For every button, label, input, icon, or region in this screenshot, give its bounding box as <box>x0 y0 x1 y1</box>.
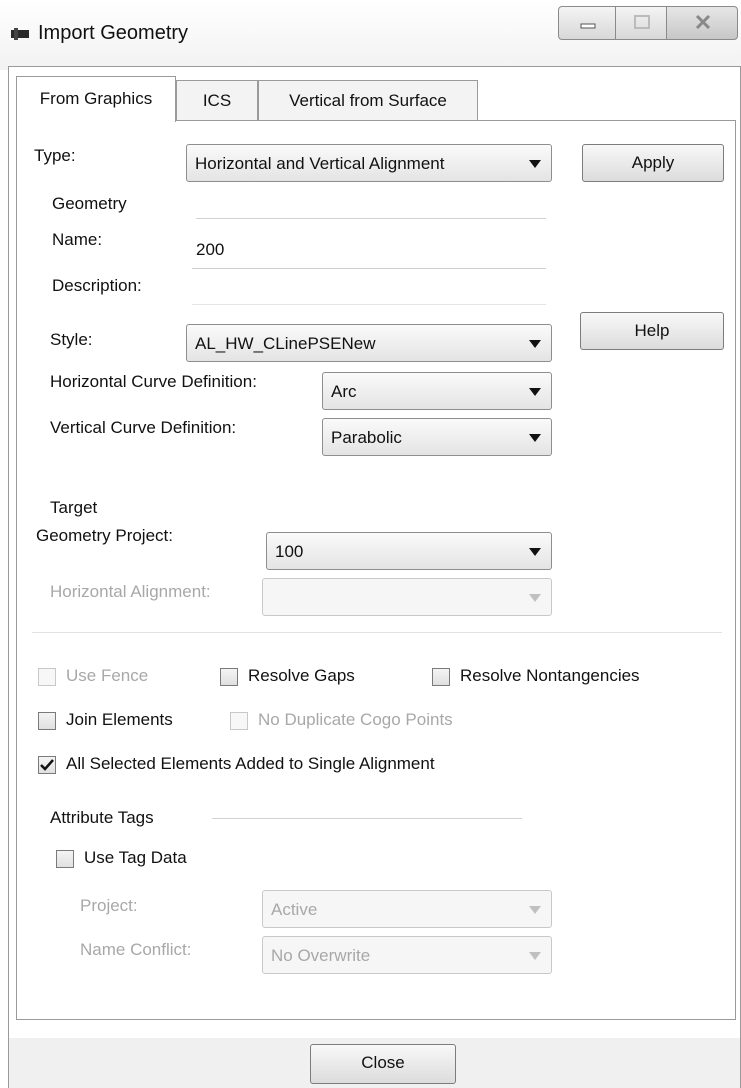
type-label: Type: <box>34 146 76 165</box>
attribute-tags-group-label: Attribute Tags <box>50 808 154 827</box>
hcurve-dropdown[interactable]: Arc <box>322 372 552 410</box>
style-value: AL_HW_CLinePSENew <box>195 334 376 353</box>
chevron-down-icon <box>529 160 541 168</box>
geometry-project-label: Geometry Project: <box>36 526 173 545</box>
options-separator <box>32 632 722 633</box>
use-fence-label: Use Fence <box>66 666 149 685</box>
type-value: Horizontal and Vertical Alignment <box>195 154 445 173</box>
maximize-button[interactable] <box>615 6 667 40</box>
chevron-down-icon <box>529 340 541 348</box>
window-title: Import Geometry <box>38 22 189 44</box>
maximize-icon <box>634 15 650 29</box>
description-label: Description: <box>52 276 142 295</box>
minimize-icon <box>580 23 596 29</box>
horizontal-alignment-dropdown[interactable] <box>262 578 552 616</box>
vcurve-label: Vertical Curve Definition: <box>50 418 237 437</box>
chevron-down-icon <box>529 434 541 442</box>
geometry-project-dropdown[interactable]: 100 <box>266 532 552 570</box>
horizontal-alignment-label: Horizontal Alignment: <box>50 582 211 601</box>
tag-project-value: Active <box>271 900 318 919</box>
chevron-down-icon <box>529 388 541 396</box>
tab-from-graphics[interactable]: From Graphics <box>16 76 176 122</box>
geometry-project-value: 100 <box>275 542 304 561</box>
target-group-label: Target <box>50 498 98 517</box>
close-icon <box>695 14 711 30</box>
check-icon <box>40 759 54 771</box>
all-selected-checkbox[interactable] <box>38 756 56 774</box>
resolve-nontangencies-checkbox[interactable] <box>432 668 450 686</box>
name-input-underline <box>192 268 546 269</box>
hcurve-label: Horizontal Curve Definition: <box>50 372 257 391</box>
style-dropdown[interactable]: AL_HW_CLinePSENew <box>186 324 552 362</box>
name-conflict-dropdown[interactable]: No Overwrite <box>262 936 552 974</box>
description-input[interactable] <box>192 304 546 305</box>
use-tag-data-checkbox[interactable] <box>56 850 74 868</box>
name-conflict-value: No Overwrite <box>271 946 371 965</box>
tab-panel <box>16 120 736 1020</box>
name-label: Name: <box>52 230 103 249</box>
app-icon <box>11 28 29 40</box>
resolve-gaps-checkbox[interactable] <box>220 668 238 686</box>
help-button[interactable]: Help <box>580 312 724 350</box>
all-selected-label: All Selected Elements Added to Single Al… <box>66 754 435 773</box>
resolve-gaps-label: Resolve Gaps <box>248 666 355 685</box>
use-fence-checkbox[interactable] <box>38 668 56 686</box>
apply-button[interactable]: Apply <box>582 144 724 182</box>
name-input[interactable]: 200 <box>196 240 224 260</box>
geometry-group-label: Geometry <box>52 194 127 213</box>
vcurve-dropdown[interactable]: Parabolic <box>322 418 552 456</box>
no-duplicate-cogo-label: No Duplicate Cogo Points <box>258 710 453 729</box>
tag-project-label: Project: <box>80 896 138 915</box>
close-button[interactable]: Close <box>310 1044 456 1084</box>
tab-ics[interactable]: ICS <box>176 80 258 120</box>
use-tag-data-label: Use Tag Data <box>84 848 187 867</box>
chevron-down-icon <box>529 548 541 556</box>
geometry-separator <box>196 218 546 219</box>
close-window-button[interactable] <box>666 6 738 40</box>
name-conflict-label: Name Conflict: <box>80 940 192 959</box>
minimize-button[interactable] <box>558 6 616 40</box>
tab-vertical-from-surface[interactable]: Vertical from Surface <box>258 80 478 120</box>
resolve-nontangencies-label: Resolve Nontangencies <box>460 666 640 685</box>
join-elements-label: Join Elements <box>66 710 173 729</box>
vcurve-value: Parabolic <box>331 428 402 447</box>
tag-project-dropdown[interactable]: Active <box>262 890 552 928</box>
chevron-down-icon <box>529 906 541 914</box>
join-elements-checkbox[interactable] <box>38 712 56 730</box>
type-dropdown[interactable]: Horizontal and Vertical Alignment <box>186 144 552 182</box>
attribute-tags-separator <box>212 818 522 819</box>
style-label: Style: <box>50 330 93 349</box>
chevron-down-icon <box>529 594 541 602</box>
chevron-down-icon <box>529 952 541 960</box>
no-duplicate-cogo-checkbox[interactable] <box>230 712 248 730</box>
hcurve-value: Arc <box>331 382 357 401</box>
